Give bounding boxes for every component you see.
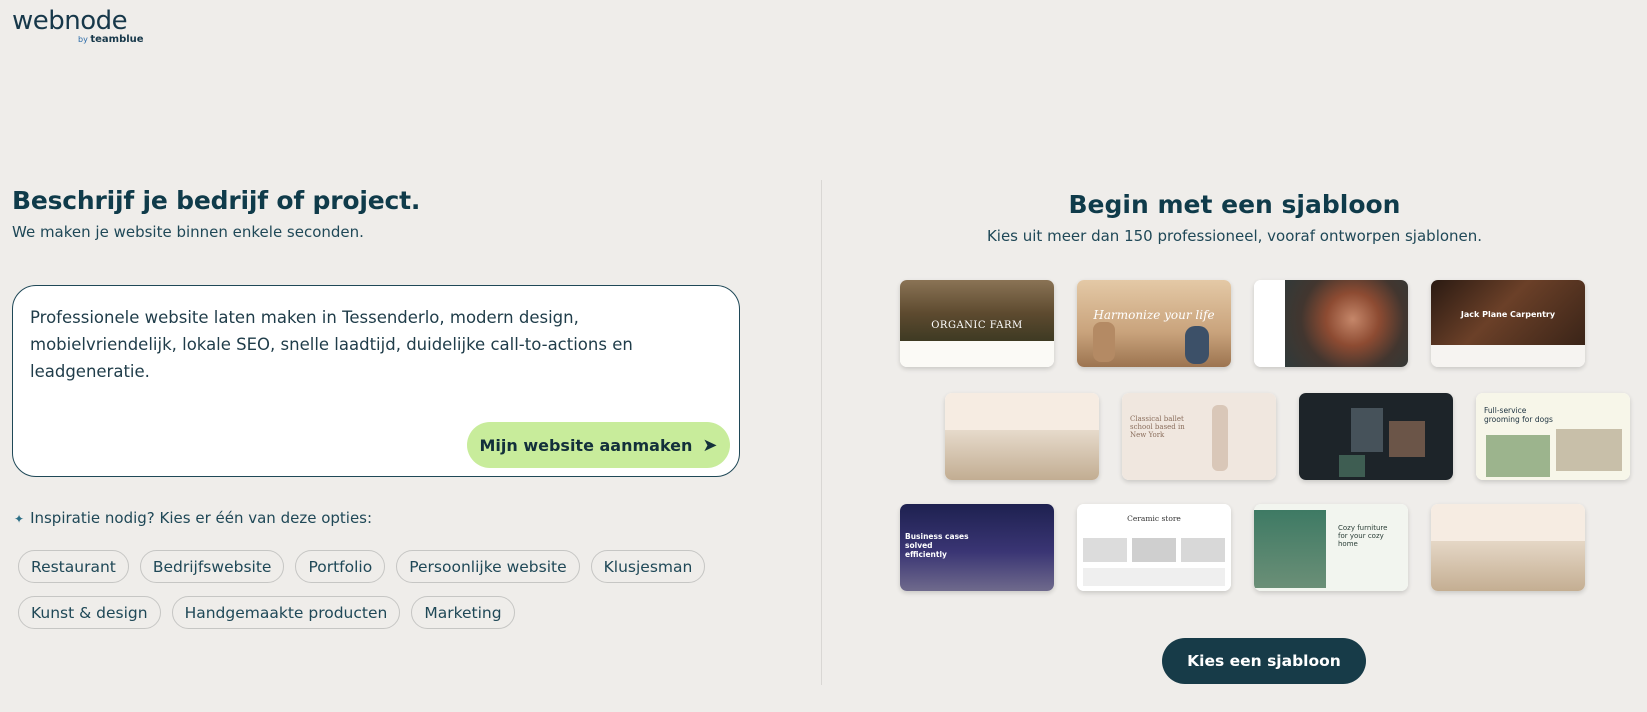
template-caption: Full-service grooming for dogs [1484, 406, 1553, 424]
chip-marketing[interactable]: Marketing [411, 596, 515, 629]
inspiration-chips: Restaurant Bedrijfswebsite Portfolio Per… [18, 550, 718, 642]
project-description-text[interactable]: Professionele website laten maken in Tes… [30, 304, 670, 385]
template-caption: Cozy furniture for your cozy home [1338, 524, 1388, 548]
ai-builder-header: Beschrijf je bedrijf of project. We make… [12, 186, 742, 241]
webnode-logo[interactable]: webnode by teamblue [12, 6, 144, 45]
template-caption: Business cases solved efficiently [905, 532, 969, 559]
chip-kunst-design[interactable]: Kunst & design [18, 596, 161, 629]
chip-bedrijfswebsite[interactable]: Bedrijfswebsite [139, 550, 285, 583]
logo-wordmark: webnode [12, 6, 128, 36]
ai-section-subtitle: We maken je website binnen enkele second… [12, 223, 364, 241]
template-thumbnail-ballet[interactable]: Classical ballet school based in New Yor… [1122, 393, 1276, 480]
template-thumbnail-harmonize[interactable]: Harmonize your life [1077, 280, 1231, 367]
template-caption: Ceramic store [1127, 514, 1181, 523]
chip-restaurant[interactable]: Restaurant [18, 550, 129, 583]
template-caption: Jack Plane Carpentry [1460, 310, 1556, 319]
template-thumbnail-carpentry[interactable]: Jack Plane Carpentry [1431, 280, 1585, 367]
template-thumbnail-organic-farm[interactable]: ORGANIC FARM [900, 280, 1054, 367]
logo-byline: by teamblue [78, 34, 144, 45]
template-thumbnail-dog-grooming[interactable]: Full-service grooming for dogs [1476, 393, 1630, 480]
project-description-field[interactable]: Professionele website laten maken in Tes… [12, 285, 740, 477]
template-thumbnail-ceramic-store[interactable]: Ceramic store [1077, 504, 1231, 591]
section-divider [821, 180, 822, 685]
template-caption: ORGANIC FARM [931, 320, 1023, 331]
chip-row-1: Restaurant Bedrijfswebsite Portfolio Per… [18, 550, 718, 583]
ai-section-title: Beschrijf je bedrijf of project. [12, 186, 421, 215]
chip-row-2: Kunst & design Handgemaakte producten Ma… [18, 596, 718, 629]
template-thumbnail-portrait[interactable] [1254, 280, 1408, 367]
chip-persoonlijke-website[interactable]: Persoonlijke website [396, 550, 580, 583]
sparkle-icon: ✦ [14, 512, 25, 526]
create-website-button[interactable]: Mijn website aanmaken ➤ [467, 422, 730, 468]
template-thumbnail-design-studio[interactable] [1299, 393, 1453, 480]
template-thumbnail-cozy-furniture[interactable]: Cozy furniture for your cozy home [1254, 504, 1408, 591]
template-caption: Classical ballet school based in New Yor… [1130, 415, 1185, 439]
inspiration-label: ✦ Inspiratie nodig? Kies er één van deze … [14, 509, 373, 527]
template-thumbnail-restaurant[interactable] [1431, 504, 1585, 591]
chip-handgemaakte-producten[interactable]: Handgemaakte producten [171, 596, 401, 629]
template-thumbnail-business-consulting[interactable]: Business cases solved efficiently [900, 504, 1054, 591]
arrow-right-icon: ➤ [702, 434, 718, 456]
template-section-title: Begin met een sjabloon [1068, 190, 1401, 219]
choose-template-button[interactable]: Kies een sjabloon [1162, 638, 1366, 684]
template-thumbnail-cafe[interactable] [945, 393, 1099, 480]
create-website-label: Mijn website aanmaken [479, 435, 693, 455]
template-caption: Harmonize your life [1093, 308, 1215, 322]
chip-klusjesman[interactable]: Klusjesman [590, 550, 706, 583]
chip-portfolio[interactable]: Portfolio [295, 550, 386, 583]
template-section-subtitle: Kies uit meer dan 150 professioneel, voo… [986, 227, 1483, 245]
